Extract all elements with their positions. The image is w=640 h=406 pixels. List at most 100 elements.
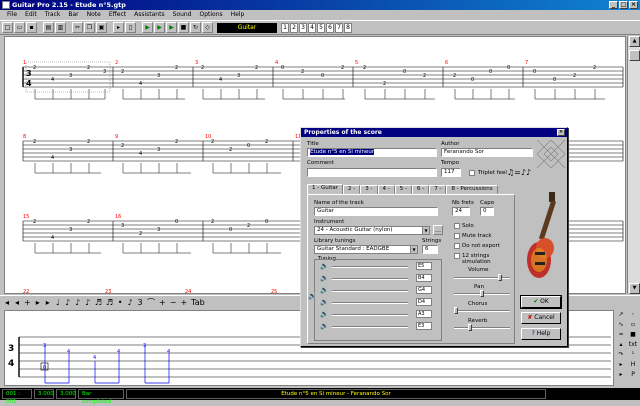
reverb-slider[interactable] <box>454 327 510 329</box>
effect-icon-5[interactable]: ≈ <box>616 331 626 339</box>
eighth-note-icon[interactable]: ♪ <box>65 298 71 307</box>
dialog-close-icon[interactable]: × <box>557 129 565 136</box>
tuning-string-3[interactable]: G4 <box>416 286 432 294</box>
page-mode-icon[interactable]: ▯ <box>125 22 136 33</box>
minimize-button[interactable]: _ <box>609 1 618 9</box>
speaker-icon[interactable]: 🔊 <box>320 310 329 318</box>
track-name-display[interactable]: Guitar <box>217 22 277 33</box>
tuning-string-5[interactable]: A3 <box>416 310 432 318</box>
comment-field[interactable] <box>307 168 437 177</box>
menu-file[interactable]: File <box>3 10 21 20</box>
cancel-button[interactable]: ✘ Cancel <box>521 312 561 324</box>
track-number-8[interactable]: 8 <box>344 22 352 33</box>
thirtysecond-note-icon[interactable]: ♪ <box>85 298 91 307</box>
track-name-field[interactable]: Guitar <box>314 207 438 216</box>
tab-icon[interactable]: Tab <box>191 298 205 307</box>
effect-icon-12[interactable]: H <box>628 361 638 369</box>
instrument-select[interactable]: 24 - Acoustic Guitar (nylon) ▼ <box>314 226 430 235</box>
cut-icon[interactable]: ✂ <box>72 22 83 33</box>
next-bar-icon[interactable]: ▸ <box>45 298 51 307</box>
menu-sound[interactable]: Sound <box>169 10 196 20</box>
triplet-icon[interactable]: 3 <box>137 298 143 307</box>
prev-bar-icon[interactable]: ◂ <box>4 298 10 307</box>
triplet-checkbox[interactable] <box>469 170 475 176</box>
menu-help[interactable]: Help <box>227 10 249 20</box>
help-button[interactable]: ? Help <box>521 328 561 340</box>
play-from-start-icon[interactable]: ▶ <box>154 22 165 33</box>
menu-assistants[interactable]: Assistants <box>130 10 168 20</box>
beamed-note-icon[interactable]: ♬ <box>95 298 102 307</box>
copy-icon[interactable]: ❐ <box>84 22 95 33</box>
speaker-icon[interactable]: 🔊 <box>320 262 329 270</box>
tuning-string-6[interactable]: E3 <box>416 322 432 330</box>
track-number-6[interactable]: 6 <box>326 22 334 33</box>
frets-field[interactable]: 24 <box>452 207 470 216</box>
capo-field[interactable]: 0 <box>480 207 494 216</box>
loop-icon[interactable]: ↻ <box>190 22 201 33</box>
effect-icon-2[interactable]: ◦ <box>628 311 638 319</box>
print-preview-icon[interactable]: ▥ <box>55 22 66 33</box>
print-icon[interactable]: ▤ <box>43 22 54 33</box>
string-5-slider[interactable] <box>332 314 408 316</box>
add-note-icon[interactable]: + <box>180 298 187 307</box>
string-4-slider[interactable] <box>332 302 408 304</box>
tuning-string-4[interactable]: D4 <box>416 298 432 306</box>
beamed-note-2-icon[interactable]: ♬ <box>106 298 113 307</box>
pan-thumb[interactable] <box>480 290 484 297</box>
stop-icon[interactable]: ■ <box>178 22 189 33</box>
menu-note[interactable]: Note <box>83 10 105 20</box>
menu-track[interactable]: Track <box>41 10 65 20</box>
tab-1-guitar[interactable]: 1 - Guitar <box>307 184 344 194</box>
ok-button[interactable]: ✔ OK <box>520 295 562 309</box>
tab-7[interactable]: 7 - <box>429 185 447 194</box>
new-file-icon[interactable]: □ <box>2 22 13 33</box>
decrease-icon[interactable]: − <box>170 298 177 307</box>
play-bar-icon[interactable]: ▶ <box>166 22 177 33</box>
tab-3[interactable]: 3 - <box>360 185 378 194</box>
effect-icon-14[interactable]: P <box>628 371 638 379</box>
strings-field[interactable]: 6 <box>422 245 438 254</box>
increase-icon[interactable]: + <box>159 298 166 307</box>
effect-icon-10[interactable]: ¹ <box>628 351 638 359</box>
add-icon[interactable]: + <box>24 298 31 307</box>
string-1-slider[interactable] <box>332 266 408 268</box>
menu-options[interactable]: Options <box>196 10 227 20</box>
library-select[interactable]: Guitar Standard : EADGBE ▼ <box>314 245 418 254</box>
quarter-note-icon[interactable]: ♩ <box>55 298 61 307</box>
speaker-icon[interactable]: 🔊 <box>320 322 329 330</box>
track-number-7[interactable]: 7 <box>335 22 343 33</box>
effect-icon-3[interactable]: ∿ <box>616 321 626 329</box>
speaker-icon[interactable]: 🔊 <box>320 274 329 282</box>
mute-checkbox[interactable] <box>454 233 460 239</box>
chorus-slider[interactable] <box>454 310 510 312</box>
string-2-slider[interactable] <box>332 278 408 280</box>
reverb-thumb[interactable] <box>468 324 472 331</box>
score-vertical-scrollbar[interactable]: ▲ ▼ <box>627 36 640 294</box>
tab-4[interactable]: 4 - <box>377 185 395 194</box>
open-file-icon[interactable]: ▭ <box>14 22 25 33</box>
string-6-slider[interactable] <box>332 326 408 328</box>
metronome-icon[interactable]: ◇ <box>202 22 213 33</box>
effect-icon-7[interactable]: ▴ <box>616 341 626 349</box>
track-number-5[interactable]: 5 <box>317 22 325 33</box>
speaker-icon[interactable]: 🔊 <box>320 298 329 306</box>
track-number-4[interactable]: 4 <box>308 22 316 33</box>
tab-6[interactable]: 6 - <box>411 185 430 194</box>
all-strings-speaker-icon[interactable]: 🔊 <box>308 292 317 300</box>
effect-icon-8[interactable]: txt <box>628 341 638 349</box>
paste-icon[interactable]: ▣ <box>96 22 107 33</box>
scroll-thumb[interactable] <box>629 50 640 61</box>
note-icon[interactable]: ♪ <box>127 298 133 307</box>
title-field[interactable]: Etude n°5 en Si mineur <box>307 148 437 157</box>
effect-icon-4[interactable]: ▫ <box>628 321 638 329</box>
tuning-string-2[interactable]: B4 <box>416 274 432 282</box>
tab-8-percussions[interactable]: 8 - Percussions <box>446 185 498 194</box>
instrument-options-button[interactable]: … <box>433 225 443 235</box>
save-icon[interactable]: ▪ <box>26 22 37 33</box>
menu-effect[interactable]: Effect <box>105 10 130 20</box>
chorus-thumb[interactable] <box>454 307 458 314</box>
effect-icon-9[interactable]: ↷ <box>616 351 626 359</box>
sixteenth-note-icon[interactable]: ♪ <box>75 298 81 307</box>
author-field[interactable]: Feranando Sor <box>441 148 533 157</box>
track-number-3[interactable]: 3 <box>299 22 307 33</box>
